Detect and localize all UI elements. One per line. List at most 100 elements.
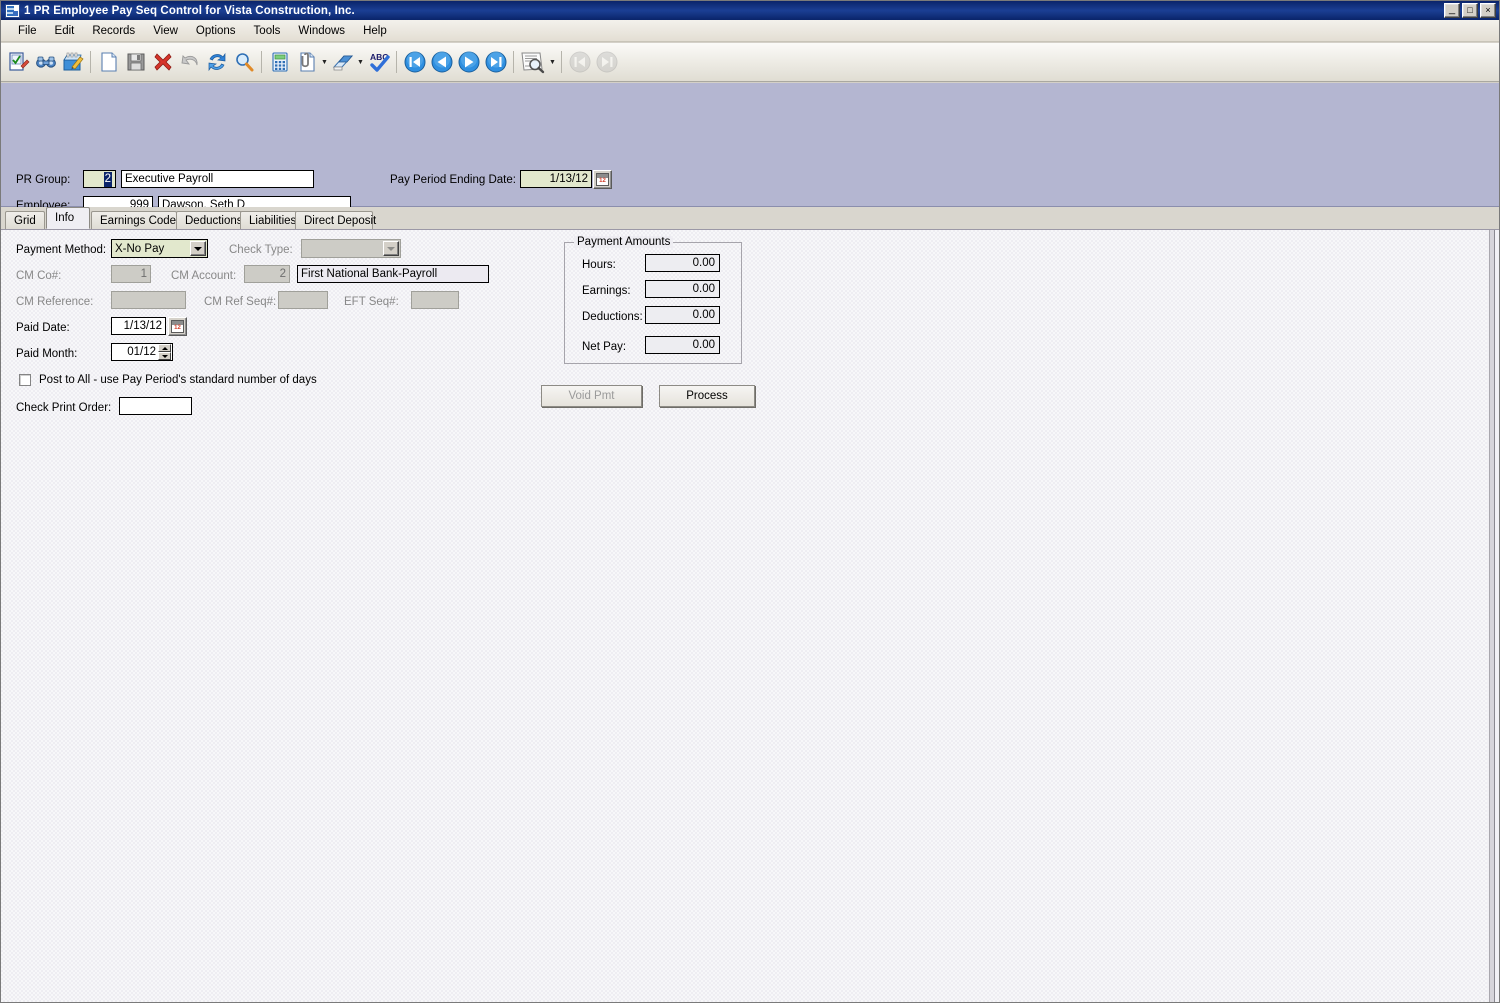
payment-method-select[interactable]: X-No Pay (111, 239, 208, 258)
tab-deductions[interactable]: Deductions (176, 211, 243, 229)
separator-3 (396, 51, 397, 73)
payment-method-label: Payment Method: (16, 244, 107, 256)
payment-earnings-label: Earnings: (582, 285, 631, 297)
menu-item-view[interactable]: View (144, 22, 187, 40)
menu-item-records[interactable]: Records (83, 22, 144, 40)
chevron-down-icon[interactable] (190, 241, 206, 256)
pay-period-calendar-button[interactable] (593, 170, 612, 189)
undo-arrow-icon[interactable] (176, 49, 203, 76)
minimize-icon: _ (1448, 3, 1456, 15)
payment-netpay-value: 0.00 (645, 336, 720, 354)
cm-account-name-display: First National Bank-Payroll (297, 265, 489, 283)
post-to-all-label: Post to All - use Pay Period's standard … (39, 374, 317, 386)
process-button[interactable]: Process (659, 385, 755, 407)
maximize-button[interactable]: □ (1462, 3, 1478, 18)
tab-info[interactable]: Info (46, 207, 90, 229)
menu-item-file[interactable]: File (9, 22, 46, 40)
menu-item-windows[interactable]: Windows (289, 22, 354, 40)
separator-2 (261, 51, 262, 73)
check-print-order-input[interactable] (119, 397, 192, 415)
post-to-all-row[interactable]: Post to All - use Pay Period's standard … (19, 374, 317, 386)
attachment-icon[interactable] (293, 49, 320, 76)
paid-month-label: Paid Month: (16, 348, 78, 360)
new-document-icon[interactable] (95, 49, 122, 76)
post-to-all-checkbox[interactable] (19, 374, 31, 386)
preview-report-icon[interactable] (518, 49, 548, 76)
payment-netpay-label: Net Pay: (582, 341, 627, 353)
tab-liabilities[interactable]: Liabilities (240, 211, 297, 229)
tab-grid[interactable]: Grid (5, 211, 45, 229)
binoculars-icon[interactable] (32, 49, 59, 76)
check-type-label: Check Type: (229, 244, 293, 256)
window-title: 1 PR Employee Pay Seq Control for Vista … (24, 4, 355, 17)
separator-1 (90, 51, 91, 73)
tab-direct-deposit[interactable]: Direct Deposit (295, 211, 376, 229)
menu-item-help[interactable]: Help (354, 22, 396, 40)
cm-reference-input (111, 291, 186, 309)
tab-earnings-codes[interactable]: Earnings Codes (91, 211, 182, 229)
cm-co-input: 1 (111, 265, 151, 283)
close-button[interactable]: × (1480, 3, 1496, 18)
calendar-icon (596, 173, 609, 186)
nav-next-icon[interactable] (455, 49, 482, 76)
delete-x-icon[interactable] (149, 49, 176, 76)
info-tab-panel: Payment Method: X-No Pay Check Type: CM … (1, 229, 1499, 1002)
tab-strip: Grid Info Earnings Codes Deductions Liab… (1, 207, 1499, 229)
payment-amounts-title: Payment Amounts (574, 236, 674, 248)
pay-period-ending-date-input[interactable]: 1/13/12 (520, 170, 592, 188)
payment-earnings-value: 0.00 (645, 280, 720, 298)
cm-account-label: CM Account: (171, 270, 237, 282)
paid-month-stepper[interactable] (158, 344, 171, 360)
payment-deductions-label: Deductions: (582, 311, 643, 323)
menu-item-edit[interactable]: Edit (46, 22, 84, 40)
check-type-select (301, 239, 401, 258)
menu-bar: File Edit Records View Options Tools Win… (1, 20, 1499, 42)
refresh-icon[interactable] (203, 49, 230, 76)
save-floppy-icon[interactable] (122, 49, 149, 76)
record-header-panel: PR Group: 2 Executive Payroll Employee: … (1, 83, 1499, 279)
spellcheck-abc-icon[interactable]: ABC (365, 49, 392, 76)
search-magnifier-icon[interactable] (230, 49, 257, 76)
nav-first-disabled-icon (566, 49, 593, 76)
nav-previous-icon[interactable] (428, 49, 455, 76)
pr-group-input[interactable]: 2 (83, 170, 116, 188)
title-bar: 1 PR Employee Pay Seq Control for Vista … (1, 1, 1499, 20)
eft-seq-input (411, 291, 459, 309)
check-print-order-label: Check Print Order: (16, 402, 112, 414)
eft-seq-label: EFT Seq#: (344, 296, 399, 308)
payment-deductions-value: 0.00 (645, 306, 720, 324)
paid-date-calendar-button[interactable] (168, 317, 187, 336)
dropdown-arrow-3[interactable]: ▼ (548, 49, 557, 76)
scanner-icon[interactable] (329, 49, 356, 76)
nav-last-disabled-icon (593, 49, 620, 76)
calendar-icon (171, 320, 184, 333)
cm-ref-seq-input (278, 291, 328, 309)
window-icon (5, 3, 20, 18)
menu-item-options[interactable]: Options (187, 22, 245, 40)
paid-date-label: Paid Date: (16, 322, 70, 334)
maximize-icon: □ (1467, 5, 1473, 15)
form-edit-icon[interactable] (5, 49, 32, 76)
nav-first-icon[interactable] (401, 49, 428, 76)
payment-hours-value: 0.00 (645, 254, 720, 272)
stepper-up-icon[interactable] (158, 344, 171, 352)
close-icon: × (1485, 5, 1491, 15)
paid-date-input[interactable]: 1/13/12 (111, 317, 166, 335)
cm-co-label: CM Co#: (16, 270, 62, 282)
cm-account-input: 2 (244, 265, 290, 283)
nav-last-icon[interactable] (482, 49, 509, 76)
minimize-button[interactable]: _ (1444, 3, 1460, 18)
void-pmt-button[interactable]: Void Pmt (541, 385, 642, 407)
dropdown-arrow-2[interactable]: ▼ (356, 49, 365, 76)
notes-pencil-icon[interactable] (59, 49, 86, 76)
dropdown-arrow-1[interactable]: ▼ (320, 49, 329, 76)
stepper-down-icon[interactable] (158, 352, 171, 360)
payment-method-value: X-No Pay (115, 242, 165, 255)
payment-hours-label: Hours: (582, 259, 616, 271)
calculator-icon[interactable] (266, 49, 293, 76)
toolbar: ▼ ▼ ABC ▼ (1, 43, 1499, 82)
menu-item-tools[interactable]: Tools (245, 22, 290, 40)
pr-group-label: PR Group: (16, 174, 71, 186)
cm-reference-label: CM Reference: (16, 296, 94, 308)
payment-amounts-group: Payment Amounts Hours: 0.00 Earnings: 0.… (564, 236, 742, 364)
